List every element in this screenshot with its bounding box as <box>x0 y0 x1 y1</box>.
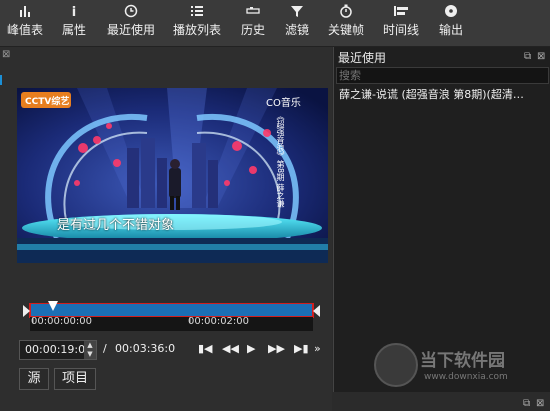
panel-float-icon[interactable]: ⧉ <box>524 51 531 62</box>
toolbar-timeline-button[interactable]: 时间线 <box>380 4 422 44</box>
peak-meter-icon <box>4 4 46 22</box>
video-side-text: 《超强音浪》第8期 薛之谦 <box>276 112 285 208</box>
more-controls-button[interactable]: » <box>314 342 321 355</box>
watermark-logo-icon <box>374 343 418 387</box>
watermark-url: www.downxia.com <box>424 372 508 382</box>
recent-list: 薛之谦-说谎 (超强音浪 第8期)(超清… <box>334 85 550 101</box>
skip-to-end-icon: ▶▮ <box>294 342 309 355</box>
clock-icon <box>104 4 158 22</box>
bottom-dock-float-icon[interactable]: ⧉ <box>523 398 530 409</box>
channel-logo: CCTV综艺 <box>25 97 70 107</box>
toolbar-playlist-button[interactable]: 播放列表 <box>170 4 224 44</box>
tab-source[interactable]: 源 <box>19 368 49 390</box>
toolbar-label: 历史 <box>240 23 265 37</box>
music-logo: CO音乐 <box>266 98 301 109</box>
stopwatch-icon <box>325 4 367 22</box>
dock-splitter-handle[interactable] <box>0 75 2 85</box>
total-time: 00:03:36:0 <box>115 342 176 355</box>
recent-search-input[interactable] <box>336 67 549 84</box>
toolbar-export-button[interactable]: 输出 <box>435 4 467 44</box>
timeline-scrubber[interactable]: 00:00:00:00 00:00:02:00 <box>23 301 320 333</box>
rewind-button[interactable]: ◀◀ <box>222 342 239 355</box>
recent-panel-title: 最近使用 <box>338 51 387 65</box>
toolbar-label: 最近使用 <box>106 23 155 37</box>
info-icon: i <box>71 5 77 20</box>
player-panel-close-icon[interactable]: ⊠ <box>2 50 10 60</box>
toolbar-recent-button[interactable]: 最近使用 <box>104 4 158 44</box>
rewind-icon: ◀◀ <box>222 342 239 355</box>
list-icon <box>170 4 224 22</box>
toolbar-label: 峰值表 <box>6 23 43 37</box>
toolbar-properties-button[interactable]: i 属性 <box>56 4 92 44</box>
playhead-marker[interactable] <box>47 301 58 311</box>
toolbar-label: 关键帧 <box>327 23 364 37</box>
current-time-field[interactable]: 00:00:19:0 ▲ ▼ <box>19 340 97 360</box>
toolbar-label: 属性 <box>61 23 86 37</box>
recent-panel: 最近使用 ⧉ ⊠ 薛之谦-说谎 (超强音浪 第8期)(超清… 当下软件园 www… <box>333 47 550 392</box>
panel-close-icon[interactable]: ⊠ <box>537 51 545 62</box>
disc-icon <box>435 4 467 22</box>
video-caption: 是有过几个不错对象 <box>57 218 175 233</box>
time-stepper[interactable]: ▲ ▼ <box>84 341 96 359</box>
toolbar-label: 输出 <box>438 23 463 37</box>
watermark-brand: 当下软件园 <box>420 351 505 371</box>
history-icon <box>237 4 269 22</box>
video-preview[interactable]: CCTV综艺 CO音乐 《超强音浪》第8期 薛之谦 是有过几个不错对象 <box>17 88 328 263</box>
timeline-tick-mid: 00:00:02:00 <box>188 316 250 327</box>
toolbar-label: 滤镜 <box>284 23 309 37</box>
toolbar: 峰值表 i 属性 最近使用 播放列表 历史 滤镜 关键帧 时间线 输出 <box>0 0 550 47</box>
toolbar-history-button[interactable]: 历史 <box>237 4 269 44</box>
skip-to-end-button[interactable]: ▶▮ <box>294 342 309 355</box>
timeline-tick-start: 00:00:00:00 <box>31 316 93 327</box>
fast-forward-icon: ▶▶ <box>268 342 285 355</box>
fast-forward-button[interactable]: ▶▶ <box>268 342 285 355</box>
toolbar-filter-button[interactable]: 滤镜 <box>282 4 312 44</box>
toolbar-keyframes-button[interactable]: 关键帧 <box>325 4 367 44</box>
play-icon: ▶ <box>247 342 256 355</box>
bottom-dock: ⧉ ⊠ <box>333 392 550 411</box>
chevron-right-icon: » <box>314 342 321 355</box>
play-button[interactable]: ▶ <box>247 342 255 355</box>
toolbar-label: 时间线 <box>382 23 419 37</box>
toolbar-label: 播放列表 <box>172 23 221 37</box>
time-separator: / <box>103 342 107 355</box>
skip-to-start-button[interactable]: ▮◀ <box>198 342 213 355</box>
filter-icon <box>282 4 312 22</box>
toolbar-peak-meter-button[interactable]: 峰值表 <box>4 4 46 44</box>
tab-project[interactable]: 项目 <box>54 368 96 390</box>
bottom-dock-close-icon[interactable]: ⊠ <box>536 398 544 409</box>
timeline-icon <box>380 4 422 22</box>
current-time-value: 00:00:19:0 <box>25 343 86 356</box>
list-item[interactable]: 薛之谦-说谎 (超强音浪 第8期)(超清… <box>339 86 549 102</box>
skip-to-start-icon: ▮◀ <box>198 342 213 355</box>
